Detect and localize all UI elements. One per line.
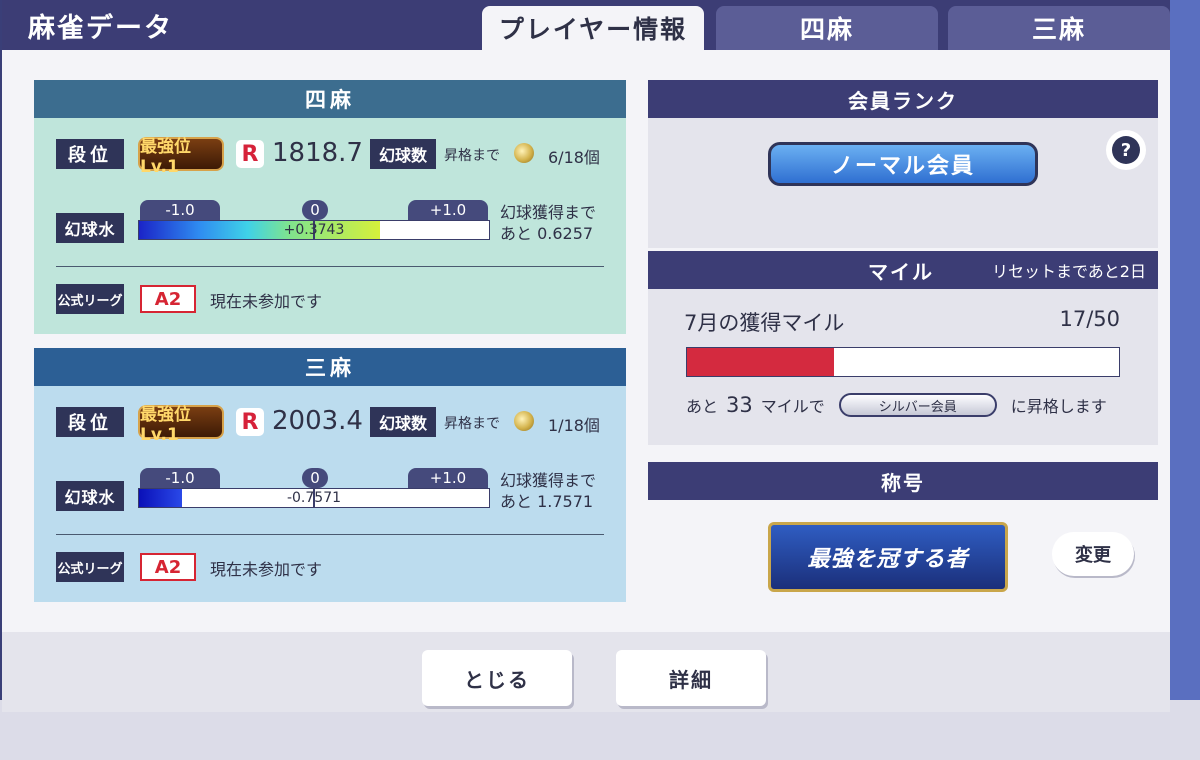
help-button[interactable]: ?	[1106, 130, 1146, 170]
mile-remain-suffix: に昇格します	[1010, 397, 1107, 416]
yonma-panel: 四麻 段位 最強位Lv.1 R 1818.7 幻球数 昇格まで 6/18個 幻球…	[34, 80, 626, 334]
divider	[56, 266, 604, 267]
league-status: 現在未参加です	[210, 560, 323, 579]
mile-reset-note: リセットまであと2日	[991, 262, 1146, 281]
rank-badge: 最強位Lv.1	[138, 405, 224, 445]
dialog-footer: とじる 詳細	[2, 632, 1170, 712]
mile-remain-number: 33	[726, 393, 753, 417]
r-mark: R	[236, 140, 264, 168]
background-right-strip	[1165, 0, 1200, 700]
mizu-gauge-value: -0.7571	[286, 490, 342, 506]
r-mark: R	[236, 408, 264, 436]
detail-button[interactable]: 詳細	[616, 650, 766, 706]
rating-value: 1818.7	[272, 138, 363, 168]
member-rank-body: ノーマル会員 ?	[648, 118, 1158, 248]
question-icon: ?	[1112, 136, 1140, 164]
mile-remaining-note: あと 33 マイルで シルバー会員 に昇格します	[686, 393, 1107, 417]
mile-header-title: マイル	[868, 259, 934, 284]
dialog-header: 麻雀データ プレイヤー情報 四麻 三麻	[2, 0, 1170, 50]
rating-value: 2003.4	[272, 406, 363, 436]
mile-progress-bar	[686, 347, 1120, 377]
rank-badge: 最強位Lv.1	[138, 137, 224, 177]
promo-label: 昇格まで	[444, 148, 500, 164]
mahjong-data-dialog: 麻雀データ プレイヤー情報 四麻 三麻 四麻 段位 最強位Lv.1 R 1818…	[2, 0, 1170, 712]
title-plate: 最強を冠する者	[768, 522, 1008, 592]
mile-title: 7月の獲得マイル	[684, 311, 845, 335]
dan-label: 段位	[56, 407, 124, 437]
mizu-gauge-value: +0.3743	[283, 222, 345, 238]
promo-count: 1/18個	[548, 416, 600, 435]
league-status: 現在未参加です	[210, 292, 323, 311]
dan-label: 段位	[56, 139, 124, 169]
mile-body: 7月の獲得マイル 17/50 あと 33 マイルで シルバー会員 に昇格します	[648, 289, 1158, 445]
yonma-panel-body: 段位 最強位Lv.1 R 1818.7 幻球数 昇格まで 6/18個 幻球水 -…	[34, 118, 626, 334]
league-label: 公式リーグ	[56, 284, 124, 314]
mizu-gauge: +0.3743	[138, 220, 490, 240]
sanma-panel-header: 三麻	[34, 348, 626, 386]
league-rank-badge: A2	[140, 553, 196, 581]
member-rank-header: 会員ランク	[648, 80, 1158, 118]
dialog-title: 麻雀データ	[28, 13, 173, 44]
mizu-label: 幻球水	[56, 481, 124, 511]
acquire-note-line1: 幻球獲得まで	[500, 203, 597, 222]
genkyu-label: 幻球数	[370, 139, 436, 169]
bar-zero-label: 0	[302, 468, 328, 488]
mile-count: 17/50	[1059, 307, 1120, 331]
tab-yonma[interactable]: 四麻	[716, 6, 938, 50]
orb-icon	[514, 143, 534, 163]
acquire-note: 幻球獲得まで あと 1.7571	[500, 470, 596, 512]
mizu-gauge: -0.7571	[138, 488, 490, 508]
acquire-note: 幻球獲得まで あと 0.6257	[500, 202, 596, 244]
acquire-note-line2: あと 1.7571	[500, 492, 594, 511]
sanma-panel-body: 段位 最強位Lv.1 R 2003.4 幻球数 昇格まで 1/18個 幻球水 -…	[34, 386, 626, 602]
close-button[interactable]: とじる	[422, 650, 572, 706]
silver-member-chip: シルバー会員	[838, 393, 997, 417]
league-label: 公式リーグ	[56, 552, 124, 582]
bar-zero-label: 0	[302, 200, 328, 220]
mile-remain-prefix: あと	[686, 397, 719, 416]
tab-player-info[interactable]: プレイヤー情報	[482, 6, 704, 50]
league-rank-badge: A2	[140, 285, 196, 313]
yonma-panel-header: 四麻	[34, 80, 626, 118]
change-title-button[interactable]: 変更	[1052, 532, 1134, 576]
orb-icon	[514, 411, 534, 431]
acquire-note-line2: あと 0.6257	[500, 224, 594, 243]
genkyu-label: 幻球数	[370, 407, 436, 437]
acquire-note-line1: 幻球獲得まで	[500, 471, 597, 490]
title-body: 最強を冠する者 変更	[648, 500, 1158, 612]
sanma-panel: 三麻 段位 最強位Lv.1 R 2003.4 幻球数 昇格まで 1/18個 幻球…	[34, 348, 626, 602]
member-rank-button[interactable]: ノーマル会員	[768, 142, 1038, 186]
title-header: 称号	[648, 462, 1158, 500]
promo-label: 昇格まで	[444, 416, 500, 432]
tab-sanma[interactable]: 三麻	[948, 6, 1170, 50]
dialog-body: 四麻 段位 最強位Lv.1 R 1818.7 幻球数 昇格まで 6/18個 幻球…	[2, 50, 1170, 632]
bar-max-label: +1.0	[408, 200, 488, 220]
mile-header: マイル リセットまであと2日	[648, 251, 1158, 289]
mizu-label: 幻球水	[56, 213, 124, 243]
promo-count: 6/18個	[548, 148, 600, 167]
mile-remain-mid: マイルで	[760, 397, 825, 416]
divider	[56, 534, 604, 535]
bar-min-label: -1.0	[140, 468, 220, 488]
mile-progress-fill	[687, 348, 834, 376]
bar-max-label: +1.0	[408, 468, 488, 488]
bar-min-label: -1.0	[140, 200, 220, 220]
